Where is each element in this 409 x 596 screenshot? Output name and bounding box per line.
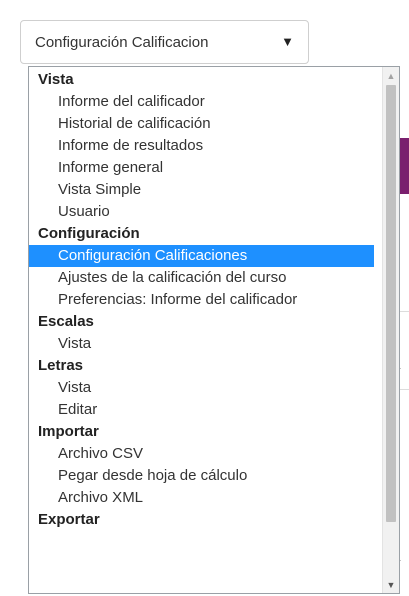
dropdown-option[interactable]: Historial de calificación (29, 113, 374, 135)
select-dropdown-list[interactable]: Vista Informe del calificador Historial de… (28, 66, 400, 594)
select-current-value: Configuración Calificacion (35, 33, 209, 51)
scroll-up-arrow-icon[interactable]: ▲ (383, 67, 399, 84)
dropdown-option[interactable]: Archivo CSV (29, 443, 374, 465)
dropdown-option[interactable]: Preferencias: Informe del calificador (29, 289, 374, 311)
grades-navigation-select[interactable]: Configuración Calificacion ▼ (20, 20, 309, 64)
optgroup-label: Exportar (38, 511, 100, 528)
scroll-down-arrow-icon[interactable]: ▼ (383, 576, 399, 593)
dropdown-option[interactable]: Informe del calificador (29, 91, 374, 113)
dropdown-option[interactable]: Configuración Calificaciones (29, 245, 374, 267)
optgroup-label: Importar (38, 423, 99, 440)
optgroup-label: Letras (38, 357, 84, 374)
dropdown-option[interactable]: Ajustes de la calificación del curso (29, 267, 374, 289)
dropdown-option[interactable]: Editar (29, 399, 374, 421)
dropdown-option[interactable]: Pegar desde hoja de cálculo (29, 465, 374, 487)
dropdown-option[interactable]: Informe de resultados (29, 135, 374, 157)
dropdown-option[interactable]: Usuario (29, 201, 374, 223)
dropdown-option[interactable]: Vista (29, 377, 374, 399)
scrollbar-thumb[interactable] (386, 85, 396, 522)
optgroup-label: Escalas (38, 313, 94, 330)
optgroup-label: Configuración (38, 225, 140, 242)
optgroup-label: Vista (38, 71, 74, 88)
triangle-down-icon: ▼ (281, 34, 294, 49)
dropdown-scrollbar[interactable]: ▲ ▼ (382, 67, 399, 593)
dropdown-option[interactable]: Vista (29, 333, 374, 355)
dropdown-option[interactable]: Archivo XML (29, 487, 374, 509)
dropdown-options: Vista Informe del calificador Historial de… (29, 69, 374, 531)
dropdown-option[interactable]: Vista Simple (29, 179, 374, 201)
dropdown-option[interactable]: Informe general (29, 157, 374, 179)
